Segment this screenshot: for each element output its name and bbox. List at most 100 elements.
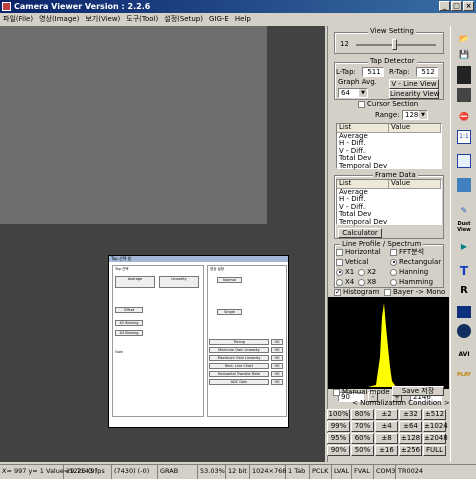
norm-pm16-button[interactable]: ±16	[375, 445, 398, 456]
save-button[interactable]: Save 저장	[392, 386, 444, 396]
x2-radio-dot[interactable]	[358, 268, 365, 276]
horizontal-checkbox[interactable]: Horizontal	[336, 248, 381, 257]
camera-icon[interactable]	[457, 324, 471, 338]
menu-tool[interactable]: 도구(Tool)	[126, 13, 158, 25]
fullscreen-icon[interactable]	[457, 154, 471, 168]
dialog-average-box[interactable]: Average	[115, 276, 155, 288]
dialog-ok-button-6[interactable]: OK	[271, 379, 283, 385]
dialog-ok-button-2[interactable]: OK	[271, 347, 283, 353]
bayer-check[interactable]	[384, 288, 391, 296]
dialog-ok-button-5[interactable]: OK	[271, 371, 283, 377]
export-icon[interactable]: ✎	[455, 202, 473, 220]
norm-80-button[interactable]: 80%	[351, 409, 374, 420]
menu-image[interactable]: 영상(Image)	[39, 13, 79, 25]
list-item[interactable]: Temporal Dev	[337, 162, 441, 171]
dialog-min-gain-button[interactable]: Minimum Gain Linearity	[209, 347, 269, 353]
fps-icon[interactable]: ⛔	[455, 108, 473, 126]
dialog-ok-button-1[interactable]: OK	[271, 339, 283, 345]
norm-90-button[interactable]: 90%	[327, 445, 350, 456]
manual-mode-checkbox[interactable]: Manual mode	[333, 388, 390, 397]
norm-pm512-button[interactable]: ±512	[423, 409, 446, 420]
norm-50-button[interactable]: 50%	[351, 445, 374, 456]
rectangular-radio-dot[interactable]	[390, 258, 397, 266]
x1-radio-dot[interactable]	[336, 268, 343, 276]
menu-view[interactable]: 보기(View)	[85, 13, 120, 25]
x4-radio[interactable]: X4	[336, 278, 354, 287]
dialog-x4-binning-button[interactable]: X4 Binning	[115, 330, 143, 336]
film-icon[interactable]	[457, 66, 471, 84]
dialog-normal-button[interactable]: Normal	[217, 277, 242, 283]
bayer-checkbox[interactable]: Bayer -> Mono	[384, 288, 445, 297]
norm-pm64-button[interactable]: ±64	[399, 421, 422, 432]
view-setting-slider-thumb[interactable]	[392, 39, 397, 50]
norm-pm32-button[interactable]: ±32	[399, 409, 422, 420]
norm-full-button[interactable]: FULL	[423, 445, 446, 456]
maximize-button[interactable]: □	[451, 1, 462, 11]
x8-radio[interactable]: X8	[358, 278, 376, 287]
minimize-button[interactable]: _	[439, 1, 450, 11]
hanning-radio[interactable]: Hanning	[390, 268, 428, 277]
fft-checkbox[interactable]: FFT분석	[390, 248, 424, 257]
list-header-list[interactable]: List	[337, 179, 389, 188]
norm-70-button[interactable]: 70%	[351, 421, 374, 432]
cursor-section-checkbox[interactable]: Cursor Section	[358, 100, 418, 109]
dialog-ok-button-4[interactable]: OK	[271, 363, 283, 369]
hanning-radio-dot[interactable]	[390, 268, 397, 276]
calculator-button[interactable]: Calculator	[338, 228, 382, 238]
x2-radio[interactable]: X2	[358, 268, 376, 277]
graph-avg-select[interactable]: 64 ▼	[338, 88, 368, 98]
frame-data-list[interactable]: List Value Average H - Diff. V - Diff. To…	[336, 179, 442, 225]
norm-pm8-button[interactable]: ±8	[375, 433, 398, 444]
linearity-view-button[interactable]: Linearity View	[389, 89, 439, 99]
histogram-checkbox[interactable]: Histogram	[334, 288, 379, 297]
histogram-check[interactable]	[334, 288, 341, 297]
dialog-htr-button[interactable]: Horizontal Transfer Rate	[209, 371, 269, 377]
camera-image[interactable]	[0, 26, 267, 224]
list-header-value[interactable]: Value	[389, 123, 441, 132]
dialog-x2-binning-button[interactable]: X2 Binning	[115, 320, 143, 326]
avi-icon[interactable]: AVI	[455, 346, 473, 364]
fit-icon[interactable]: 1:1	[457, 130, 471, 144]
monitor-icon[interactable]	[457, 306, 471, 318]
rectangular-radio[interactable]: Rectangular	[390, 258, 441, 267]
rtap-input[interactable]: 512	[416, 67, 438, 77]
x4-radio-dot[interactable]	[336, 278, 343, 286]
dialog-ok-button-3[interactable]: OK	[271, 355, 283, 361]
norm-pm4-button[interactable]: ±4	[375, 421, 398, 432]
dialog-adc-gain-button[interactable]: ADC Gain	[209, 379, 269, 385]
list-item[interactable]: Temporal Dev	[337, 218, 441, 227]
menu-setup[interactable]: 설정(Setup)	[164, 13, 203, 25]
scale-icon[interactable]	[457, 178, 471, 192]
dialog-timing-button[interactable]: Timing	[209, 339, 269, 345]
cursor-section-check[interactable]	[358, 100, 365, 108]
norm-pm2-button[interactable]: ±2	[375, 409, 398, 420]
list-header-list[interactable]: List	[337, 123, 389, 132]
vertical-checkbox[interactable]: Vetical	[336, 258, 368, 267]
list-header-value[interactable]: Value	[389, 179, 441, 188]
vline-view-button[interactable]: V - Line View	[389, 79, 439, 89]
record-icon[interactable]	[457, 88, 471, 102]
ltap-input[interactable]: 511	[362, 67, 384, 77]
play-icon[interactable]: ▶	[455, 238, 473, 256]
dust-view-icon[interactable]: Dust View	[455, 221, 473, 239]
fft-check[interactable]	[390, 248, 397, 256]
dialog-linearity-box[interactable]: Linearity	[159, 276, 199, 288]
dialog-max-gain-button[interactable]: Maximum Gain Linearity	[209, 355, 269, 361]
norm-pm1024-button[interactable]: ±1024	[423, 421, 448, 432]
menu-file[interactable]: 파일(File)	[3, 13, 33, 25]
x8-radio-dot[interactable]	[358, 278, 365, 286]
cursor-list[interactable]: List Value Average H - Diff. V - Diff. To…	[336, 123, 442, 169]
norm-pm2048-button[interactable]: ±2048	[423, 433, 448, 444]
horizontal-check[interactable]	[336, 248, 343, 256]
norm-100-button[interactable]: 100%	[327, 409, 350, 420]
norm-95-button[interactable]: 95%	[327, 433, 350, 444]
norm-60-button[interactable]: 60%	[351, 433, 374, 444]
menu-help[interactable]: Help	[235, 13, 251, 25]
text-icon[interactable]: T	[455, 262, 473, 280]
hamming-radio[interactable]: Hamming	[390, 278, 433, 287]
norm-pm128-button[interactable]: ±128	[399, 433, 422, 444]
reset-icon[interactable]: R	[455, 282, 473, 300]
save-icon[interactable]: 💾	[455, 46, 473, 64]
dialog-offset-button[interactable]: Offset	[115, 307, 143, 313]
range-select[interactable]: 128 ▼	[402, 110, 428, 120]
